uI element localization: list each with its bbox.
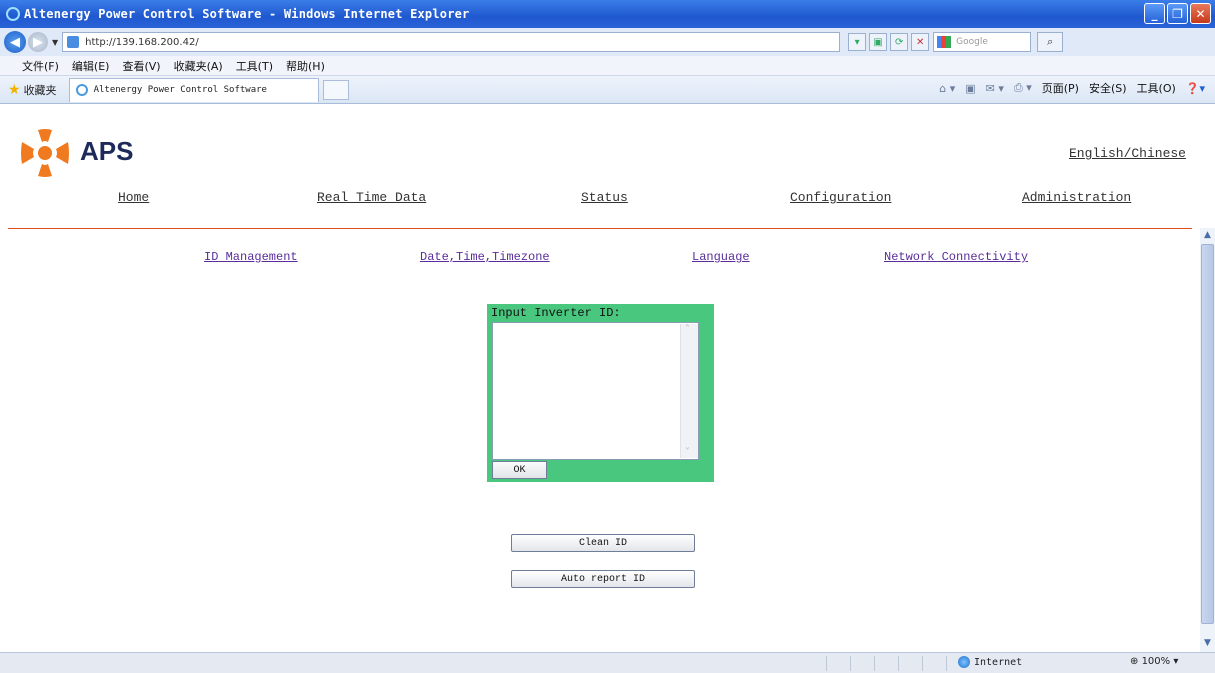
new-tab-button[interactable]: [322, 79, 349, 100]
tools-menu[interactable]: 工具(O): [1137, 80, 1176, 96]
menu-file[interactable]: 文件(F): [22, 58, 59, 74]
window-controls: _ ❐ ✕: [1144, 3, 1211, 24]
status-divider: [850, 656, 851, 671]
subnav-id-management[interactable]: ID Management: [204, 250, 298, 264]
tab-active[interactable]: Altenergy Power Control Software: [68, 77, 319, 102]
subnav-network-connectivity[interactable]: Network Connectivity: [884, 250, 1028, 264]
status-divider: [922, 656, 923, 671]
menu-bar: 文件(F) 编辑(E) 查看(V) 收藏夹(A) 工具(T) 帮助(H): [0, 56, 1215, 76]
nav-configuration[interactable]: Configuration: [790, 190, 891, 205]
tab-title: Altenergy Power Control Software: [93, 85, 267, 95]
status-divider: [826, 656, 827, 671]
google-icon: [937, 36, 952, 48]
menu-tools[interactable]: 工具(T): [236, 58, 273, 74]
command-bar: ⌂ ▾ ▣ ✉ ▾ ⎙ ▾ 页面(P) 安全(S) 工具(O) ❓▾: [939, 80, 1205, 96]
brand-name: APS: [80, 136, 134, 166]
home-icon[interactable]: ⌂ ▾: [939, 82, 955, 95]
zoom-icon: ⊕: [1130, 656, 1142, 667]
print-icon[interactable]: ⎙ ▾: [1014, 81, 1032, 95]
zone-label: Internet: [974, 656, 1023, 668]
page-content: APS English/Chinese Home Real Time Data …: [0, 104, 1200, 652]
search-input[interactable]: Google: [933, 32, 1032, 52]
status-bar: Internet ⊕ 100% ▾: [0, 652, 1215, 673]
scroll-down-icon[interactable]: ▼: [1202, 638, 1213, 650]
history-dropdown-icon[interactable]: ▼: [52, 38, 58, 47]
address-url: http://139.168.200.42/: [85, 36, 199, 48]
page-scrollbar[interactable]: ▲ ▼: [1200, 228, 1215, 652]
menu-help[interactable]: 帮助(H): [286, 58, 325, 74]
ok-button[interactable]: OK: [492, 461, 547, 479]
nav-divider: [8, 228, 1192, 229]
nav-administration[interactable]: Administration: [1022, 190, 1131, 205]
textarea-scrollbar[interactable]: [680, 324, 698, 458]
globe-icon: [958, 656, 970, 668]
safety-menu[interactable]: 安全(S): [1089, 80, 1127, 96]
window-title-bar: Altenergy Power Control Software - Windo…: [0, 0, 1215, 28]
status-divider: [898, 656, 899, 671]
search-icon[interactable]: ⌕: [1037, 32, 1064, 52]
language-toggle-link[interactable]: English/Chinese: [1069, 146, 1186, 161]
search-placeholder: Google: [956, 37, 988, 47]
favorites-label: 收藏夹: [23, 83, 57, 97]
forward-button[interactable]: ▶: [28, 32, 48, 52]
back-button[interactable]: ◀: [4, 31, 26, 53]
refresh-icon[interactable]: ⟳: [890, 33, 909, 51]
aps-logo-icon: [21, 129, 69, 177]
security-zone[interactable]: Internet: [958, 656, 1022, 668]
nav-real-time-data[interactable]: Real Time Data: [317, 190, 426, 205]
nav-home[interactable]: Home: [118, 190, 149, 205]
inverter-id-textarea[interactable]: [492, 322, 699, 460]
zoom-control[interactable]: ⊕ 100% ▾: [1130, 656, 1178, 667]
scroll-up-icon[interactable]: ▲: [1202, 230, 1213, 242]
clean-id-button[interactable]: Clean ID: [511, 534, 695, 552]
ie-icon: [6, 7, 20, 21]
feeds-icon[interactable]: ▣: [965, 82, 975, 95]
status-divider: [946, 656, 947, 671]
auto-report-id-button[interactable]: Auto report ID: [511, 570, 695, 588]
subnav-date-time-timezone[interactable]: Date,Time,Timezone: [420, 250, 550, 264]
close-button[interactable]: ✕: [1190, 3, 1211, 24]
ie-tab-icon: [75, 84, 88, 96]
inverter-id-form: Input Inverter ID: OK: [487, 304, 714, 482]
menu-view[interactable]: 查看(V): [122, 58, 160, 74]
subnav-language[interactable]: Language: [692, 250, 750, 264]
favorites-button[interactable]: ★ 收藏夹: [8, 82, 57, 98]
page-icon: [67, 36, 80, 48]
nav-status[interactable]: Status: [581, 190, 628, 205]
menu-edit[interactable]: 编辑(E): [72, 58, 110, 74]
mail-icon[interactable]: ✉ ▾: [986, 82, 1004, 95]
maximize-button[interactable]: ❐: [1167, 3, 1188, 24]
address-dropdown-icon[interactable]: ▾: [848, 33, 867, 51]
scroll-thumb[interactable]: [1201, 244, 1214, 624]
inverter-id-label: Input Inverter ID:: [491, 306, 621, 320]
address-toolbar: ◀ ▶ ▼ http://139.168.200.42/ ▾ ▣ ⟳ ✕ Goo…: [0, 28, 1215, 56]
stop-icon[interactable]: ✕: [911, 33, 930, 51]
compat-view-icon[interactable]: ▣: [869, 33, 888, 51]
star-icon: ★: [8, 81, 21, 98]
status-divider: [874, 656, 875, 671]
minimize-button[interactable]: _: [1144, 3, 1165, 24]
address-input[interactable]: http://139.168.200.42/: [62, 32, 841, 52]
help-icon[interactable]: ❓▾: [1186, 82, 1205, 95]
tab-bar: ★ 收藏夹 Altenergy Power Control Software ⌂…: [0, 76, 1215, 104]
zoom-level: 100%: [1141, 656, 1171, 667]
menu-favorites[interactable]: 收藏夹(A): [174, 58, 223, 74]
window-title: Altenergy Power Control Software - Windo…: [24, 7, 470, 21]
page-menu[interactable]: 页面(P): [1042, 80, 1079, 96]
